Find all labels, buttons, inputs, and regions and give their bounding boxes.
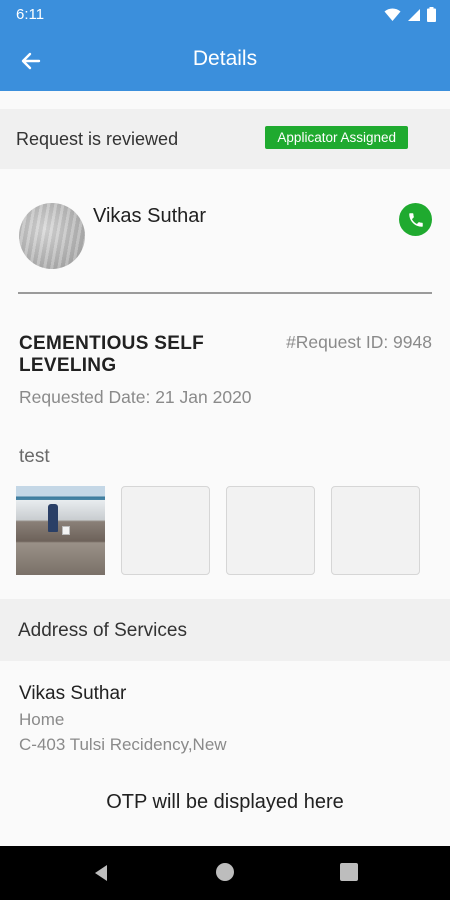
worker-figure bbox=[48, 504, 58, 532]
request-description: test bbox=[19, 446, 50, 467]
status-badge: Applicator Assigned bbox=[265, 126, 408, 149]
divider bbox=[18, 292, 432, 294]
photo-placeholder[interactable] bbox=[226, 486, 315, 575]
photo-placeholder[interactable] bbox=[121, 486, 210, 575]
bucket-figure bbox=[62, 526, 70, 535]
address-type: Home bbox=[19, 710, 65, 729]
service-title: CEMENTIOUS SELF LEVELING bbox=[19, 333, 205, 376]
request-id: #Request ID: 9948 bbox=[286, 332, 432, 352]
app-bar: Details bbox=[0, 30, 450, 91]
applicator-name: Vikas Suthar bbox=[93, 205, 207, 227]
address-section-header: Address of Services bbox=[0, 599, 450, 661]
signal-icon bbox=[408, 8, 420, 21]
photo-placeholder[interactable] bbox=[331, 486, 420, 575]
address-line: C-403 Tulsi Recidency,New bbox=[19, 735, 227, 754]
nav-recent-icon[interactable] bbox=[340, 863, 358, 881]
request-status-text: Request is reviewed bbox=[16, 129, 179, 149]
address-header-label: Address of Services bbox=[18, 620, 187, 641]
page-title: Details bbox=[192, 47, 258, 70]
nav-home-icon[interactable] bbox=[216, 863, 234, 881]
requested-date: Requested Date: 21 Jan 2020 bbox=[19, 387, 252, 407]
photo-gallery bbox=[16, 486, 420, 575]
applicator-profile: Vikas Suthar bbox=[0, 169, 450, 299]
address-name: Vikas Suthar bbox=[19, 683, 127, 704]
request-status-row: Request is reviewed Applicator Assigned bbox=[0, 109, 450, 169]
wifi-icon bbox=[384, 7, 401, 21]
status-icons bbox=[384, 7, 436, 22]
call-button[interactable] bbox=[399, 203, 432, 236]
status-bar: 6:11 bbox=[0, 0, 450, 30]
photo-thumbnail[interactable] bbox=[16, 486, 105, 575]
avatar bbox=[19, 203, 85, 269]
system-nav-bar bbox=[0, 846, 450, 900]
battery-icon bbox=[427, 7, 436, 22]
status-time: 6:11 bbox=[16, 6, 45, 23]
nav-back-icon[interactable] bbox=[91, 863, 111, 883]
otp-message: OTP will be displayed here bbox=[106, 791, 344, 813]
phone-icon bbox=[408, 212, 423, 227]
